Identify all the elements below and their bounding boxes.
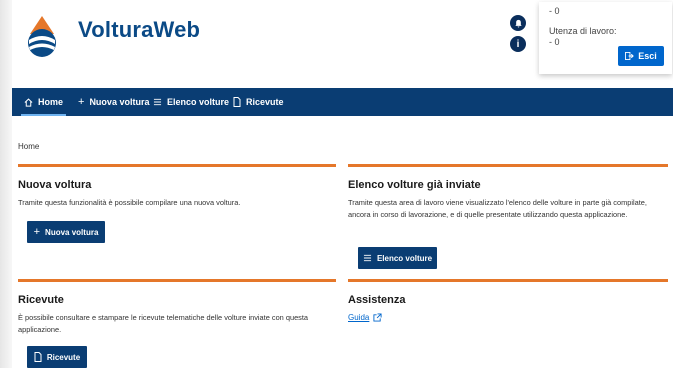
nav-item-label: Ricevute — [246, 97, 284, 107]
nav-item-label: Home — [38, 97, 64, 107]
window-edge — [0, 0, 12, 368]
header: VolturaWeb i - 0 Utenza di lavoro: - 0 E… — [12, 0, 673, 86]
card-elenco-volture: Elenco volture già inviate Tramite quest… — [348, 164, 668, 220]
button-label: Ricevute — [46, 352, 81, 362]
nav-item-nuova-voltura[interactable]: + Nuova voltura — [78, 88, 149, 116]
main-navbar: Home + Nuova voltura Elenco volture Rice… — [12, 88, 673, 116]
card-title: Nuova voltura — [18, 179, 92, 191]
card-title: Ricevute — [18, 294, 64, 306]
guida-link[interactable]: Guida — [348, 313, 382, 322]
nav-item-ricevute[interactable]: Ricevute — [233, 88, 284, 116]
breadcrumb[interactable]: Home — [18, 142, 39, 151]
card-description: Tramite questa funzionalità è possibile … — [18, 198, 241, 207]
agenzia-logo[interactable] — [20, 14, 64, 58]
document-icon — [233, 97, 241, 107]
card-accent-bar — [18, 279, 336, 282]
elenco-volture-button[interactable]: Elenco volture — [358, 247, 437, 269]
app-title[interactable]: VolturaWeb — [78, 17, 200, 43]
guida-link-label: Guida — [348, 313, 370, 322]
card-description: Tramite questa area di lavoro viene visu… — [348, 198, 647, 219]
card-assistenza: Assistenza Guida — [348, 279, 668, 325]
logout-label: Esci — [638, 51, 657, 61]
notification-bell-icon[interactable] — [510, 15, 526, 31]
user-top-value: - 0 — [549, 6, 560, 16]
logout-button[interactable]: Esci — [618, 46, 664, 66]
workspace-label: Utenza di lavoro: — [549, 26, 617, 36]
plus-icon: + — [33, 226, 41, 238]
button-label: Nuova voltura — [45, 227, 99, 237]
info-icon[interactable]: i — [510, 36, 526, 52]
ricevute-button[interactable]: Ricevute — [27, 346, 87, 368]
card-title: Elenco volture già inviate — [348, 179, 481, 191]
nav-item-label: Nuova voltura — [89, 97, 150, 107]
plus-icon: + — [78, 96, 85, 108]
button-label: Elenco volture — [376, 253, 433, 263]
nav-item-label: Elenco volture — [167, 97, 230, 107]
card-accent-bar — [18, 164, 336, 167]
card-nuova-voltura: Nuova voltura Tramite questa funzionalit… — [18, 164, 336, 209]
card-description: È possibile consultare e stampare le ric… — [18, 313, 309, 334]
card-accent-bar — [348, 279, 668, 282]
nav-item-home[interactable]: Home — [20, 88, 67, 116]
external-link-icon — [373, 313, 382, 322]
card-ricevute: Ricevute È possibile consultare e stampa… — [18, 279, 336, 335]
nav-item-elenco-volture[interactable]: Elenco volture — [153, 88, 229, 116]
list-icon — [153, 98, 162, 106]
logout-icon — [625, 52, 635, 60]
card-accent-bar — [348, 164, 668, 167]
nuova-voltura-button[interactable]: + Nuova voltura — [27, 221, 105, 243]
document-icon — [34, 352, 42, 362]
home-icon — [24, 97, 33, 107]
user-panel: - 0 Utenza di lavoro: - 0 Esci — [539, 2, 672, 74]
card-title: Assistenza — [348, 294, 406, 306]
list-icon — [363, 254, 371, 262]
